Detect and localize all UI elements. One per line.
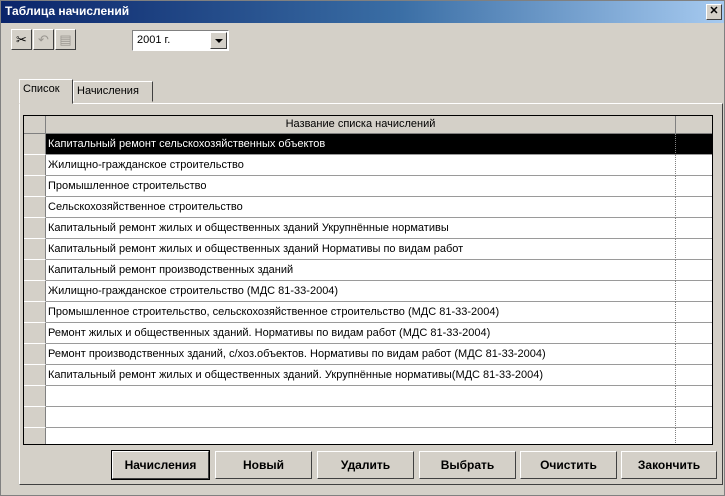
row-indicator[interactable] [24, 239, 46, 260]
table-row[interactable]: Капитальный ремонт жилых и общественных … [24, 365, 712, 386]
table-row[interactable]: Жилищно-гражданское строительство (МДС 8… [24, 281, 712, 302]
row-extra-cell[interactable] [676, 386, 712, 407]
scissors-icon: ✂ [16, 31, 27, 47]
row-name-cell[interactable] [46, 428, 676, 444]
header-extra [676, 116, 712, 134]
row-indicator[interactable] [24, 197, 46, 218]
row-extra-cell[interactable] [676, 428, 712, 444]
paste-icon: ▤ [59, 31, 72, 47]
close-icon: ✕ [709, 5, 719, 17]
row-extra-cell[interactable] [676, 344, 712, 365]
row-indicator[interactable] [24, 281, 46, 302]
grid-header: Название списка начислений [24, 116, 712, 134]
row-indicator[interactable] [24, 302, 46, 323]
main-window: Таблица начислений ✕ ✂ ↶ ▤ 2001 г. Списо… [0, 0, 725, 496]
row-indicator[interactable] [24, 155, 46, 176]
table-row[interactable]: Промышленное строительство, сельскохозяй… [24, 302, 712, 323]
select-button[interactable]: Выбрать [419, 451, 516, 479]
row-indicator[interactable] [24, 323, 46, 344]
row-name-cell[interactable]: Капитальный ремонт жилых и общественных … [46, 365, 676, 386]
row-name-cell[interactable]: Сельскохозяйственное строительство [46, 197, 676, 218]
row-extra-cell[interactable] [676, 155, 712, 176]
row-extra-cell[interactable] [676, 302, 712, 323]
row-name-cell[interactable]: Промышленное строительство, сельскохозяй… [46, 302, 676, 323]
row-indicator[interactable] [24, 176, 46, 197]
row-name-cell[interactable]: Капитальный ремонт производственных здан… [46, 260, 676, 281]
table-row[interactable]: Капитальный ремонт жилых и общественных … [24, 218, 712, 239]
delete-button[interactable]: Удалить [317, 451, 414, 479]
header-name[interactable]: Название списка начислений [46, 116, 676, 134]
row-name-cell[interactable]: Капитальный ремонт жилых и общественных … [46, 239, 676, 260]
row-extra-cell[interactable] [676, 281, 712, 302]
empty-row[interactable] [24, 386, 712, 407]
row-indicator[interactable] [24, 428, 46, 444]
row-indicator[interactable] [24, 365, 46, 386]
toolbar: ✂ ↶ ▤ 2001 г. [11, 26, 271, 54]
table-row[interactable]: Жилищно-гражданское строительство [24, 155, 712, 176]
header-indicator [24, 116, 46, 134]
row-extra-cell[interactable] [676, 260, 712, 281]
tab-accruals[interactable]: Начисления [73, 81, 153, 102]
row-indicator[interactable] [24, 218, 46, 239]
row-extra-cell[interactable] [676, 365, 712, 386]
table-row[interactable]: Капитальный ремонт жилых и общественных … [24, 239, 712, 260]
row-extra-cell[interactable] [676, 176, 712, 197]
window-title: Таблица начислений [5, 4, 130, 18]
accruals-button[interactable]: Начисления [111, 450, 210, 480]
row-extra-cell[interactable] [676, 323, 712, 344]
row-extra-cell[interactable] [676, 134, 712, 155]
finish-button[interactable]: Закончить [621, 451, 717, 479]
empty-row[interactable] [24, 428, 712, 444]
undo-icon: ↶ [38, 31, 49, 47]
row-name-cell[interactable]: Ремонт производственных зданий, с/хоз.об… [46, 344, 676, 365]
row-name-cell[interactable]: Капитальный ремонт жилых и общественных … [46, 218, 676, 239]
tab-list[interactable]: Список [19, 79, 73, 104]
paste-button[interactable]: ▤ [55, 29, 76, 50]
row-extra-cell[interactable] [676, 407, 712, 428]
clear-button[interactable]: Очистить [520, 451, 617, 479]
row-extra-cell[interactable] [676, 218, 712, 239]
row-name-cell[interactable] [46, 386, 676, 407]
close-button[interactable]: ✕ [706, 4, 722, 20]
year-select-value: 2001 г. [137, 34, 171, 46]
row-name-cell[interactable]: Ремонт жилых и общественных зданий. Норм… [46, 323, 676, 344]
row-indicator[interactable] [24, 344, 46, 365]
cut-button[interactable]: ✂ [11, 29, 32, 50]
row-indicator[interactable] [24, 260, 46, 281]
title-bar[interactable]: Таблица начислений ✕ [1, 1, 724, 23]
table-row[interactable]: Промышленное строительство [24, 176, 712, 197]
new-button[interactable]: Новый [215, 451, 312, 479]
row-name-cell[interactable]: Жилищно-гражданское строительство (МДС 8… [46, 281, 676, 302]
row-extra-cell[interactable] [676, 197, 712, 218]
empty-row[interactable] [24, 407, 712, 428]
tab-accruals-label: Начисления [77, 85, 139, 97]
year-select[interactable]: 2001 г. [132, 30, 229, 51]
table-row[interactable]: Сельскохозяйственное строительство [24, 197, 712, 218]
chevron-down-icon[interactable] [210, 32, 227, 49]
row-indicator[interactable] [24, 134, 46, 155]
row-name-cell[interactable] [46, 407, 676, 428]
table-row[interactable]: Ремонт жилых и общественных зданий. Норм… [24, 323, 712, 344]
row-name-cell[interactable]: Промышленное строительство [46, 176, 676, 197]
table-row[interactable]: Ремонт производственных зданий, с/хоз.об… [24, 344, 712, 365]
row-indicator[interactable] [24, 407, 46, 428]
tab-list-label: Список [23, 83, 60, 95]
row-extra-cell[interactable] [676, 239, 712, 260]
table-row[interactable]: Капитальный ремонт сельскохозяйственных … [24, 134, 712, 155]
button-bar: Начисления Новый Удалить Выбрать Очистит… [1, 450, 724, 481]
row-indicator[interactable] [24, 386, 46, 407]
table-row[interactable]: Капитальный ремонт производственных здан… [24, 260, 712, 281]
row-name-cell[interactable]: Капитальный ремонт сельскохозяйственных … [46, 134, 676, 155]
undo-button[interactable]: ↶ [33, 29, 54, 50]
row-name-cell[interactable]: Жилищно-гражданское строительство [46, 155, 676, 176]
accrual-list-grid[interactable]: Название списка начислений Капитальный р… [23, 115, 713, 445]
